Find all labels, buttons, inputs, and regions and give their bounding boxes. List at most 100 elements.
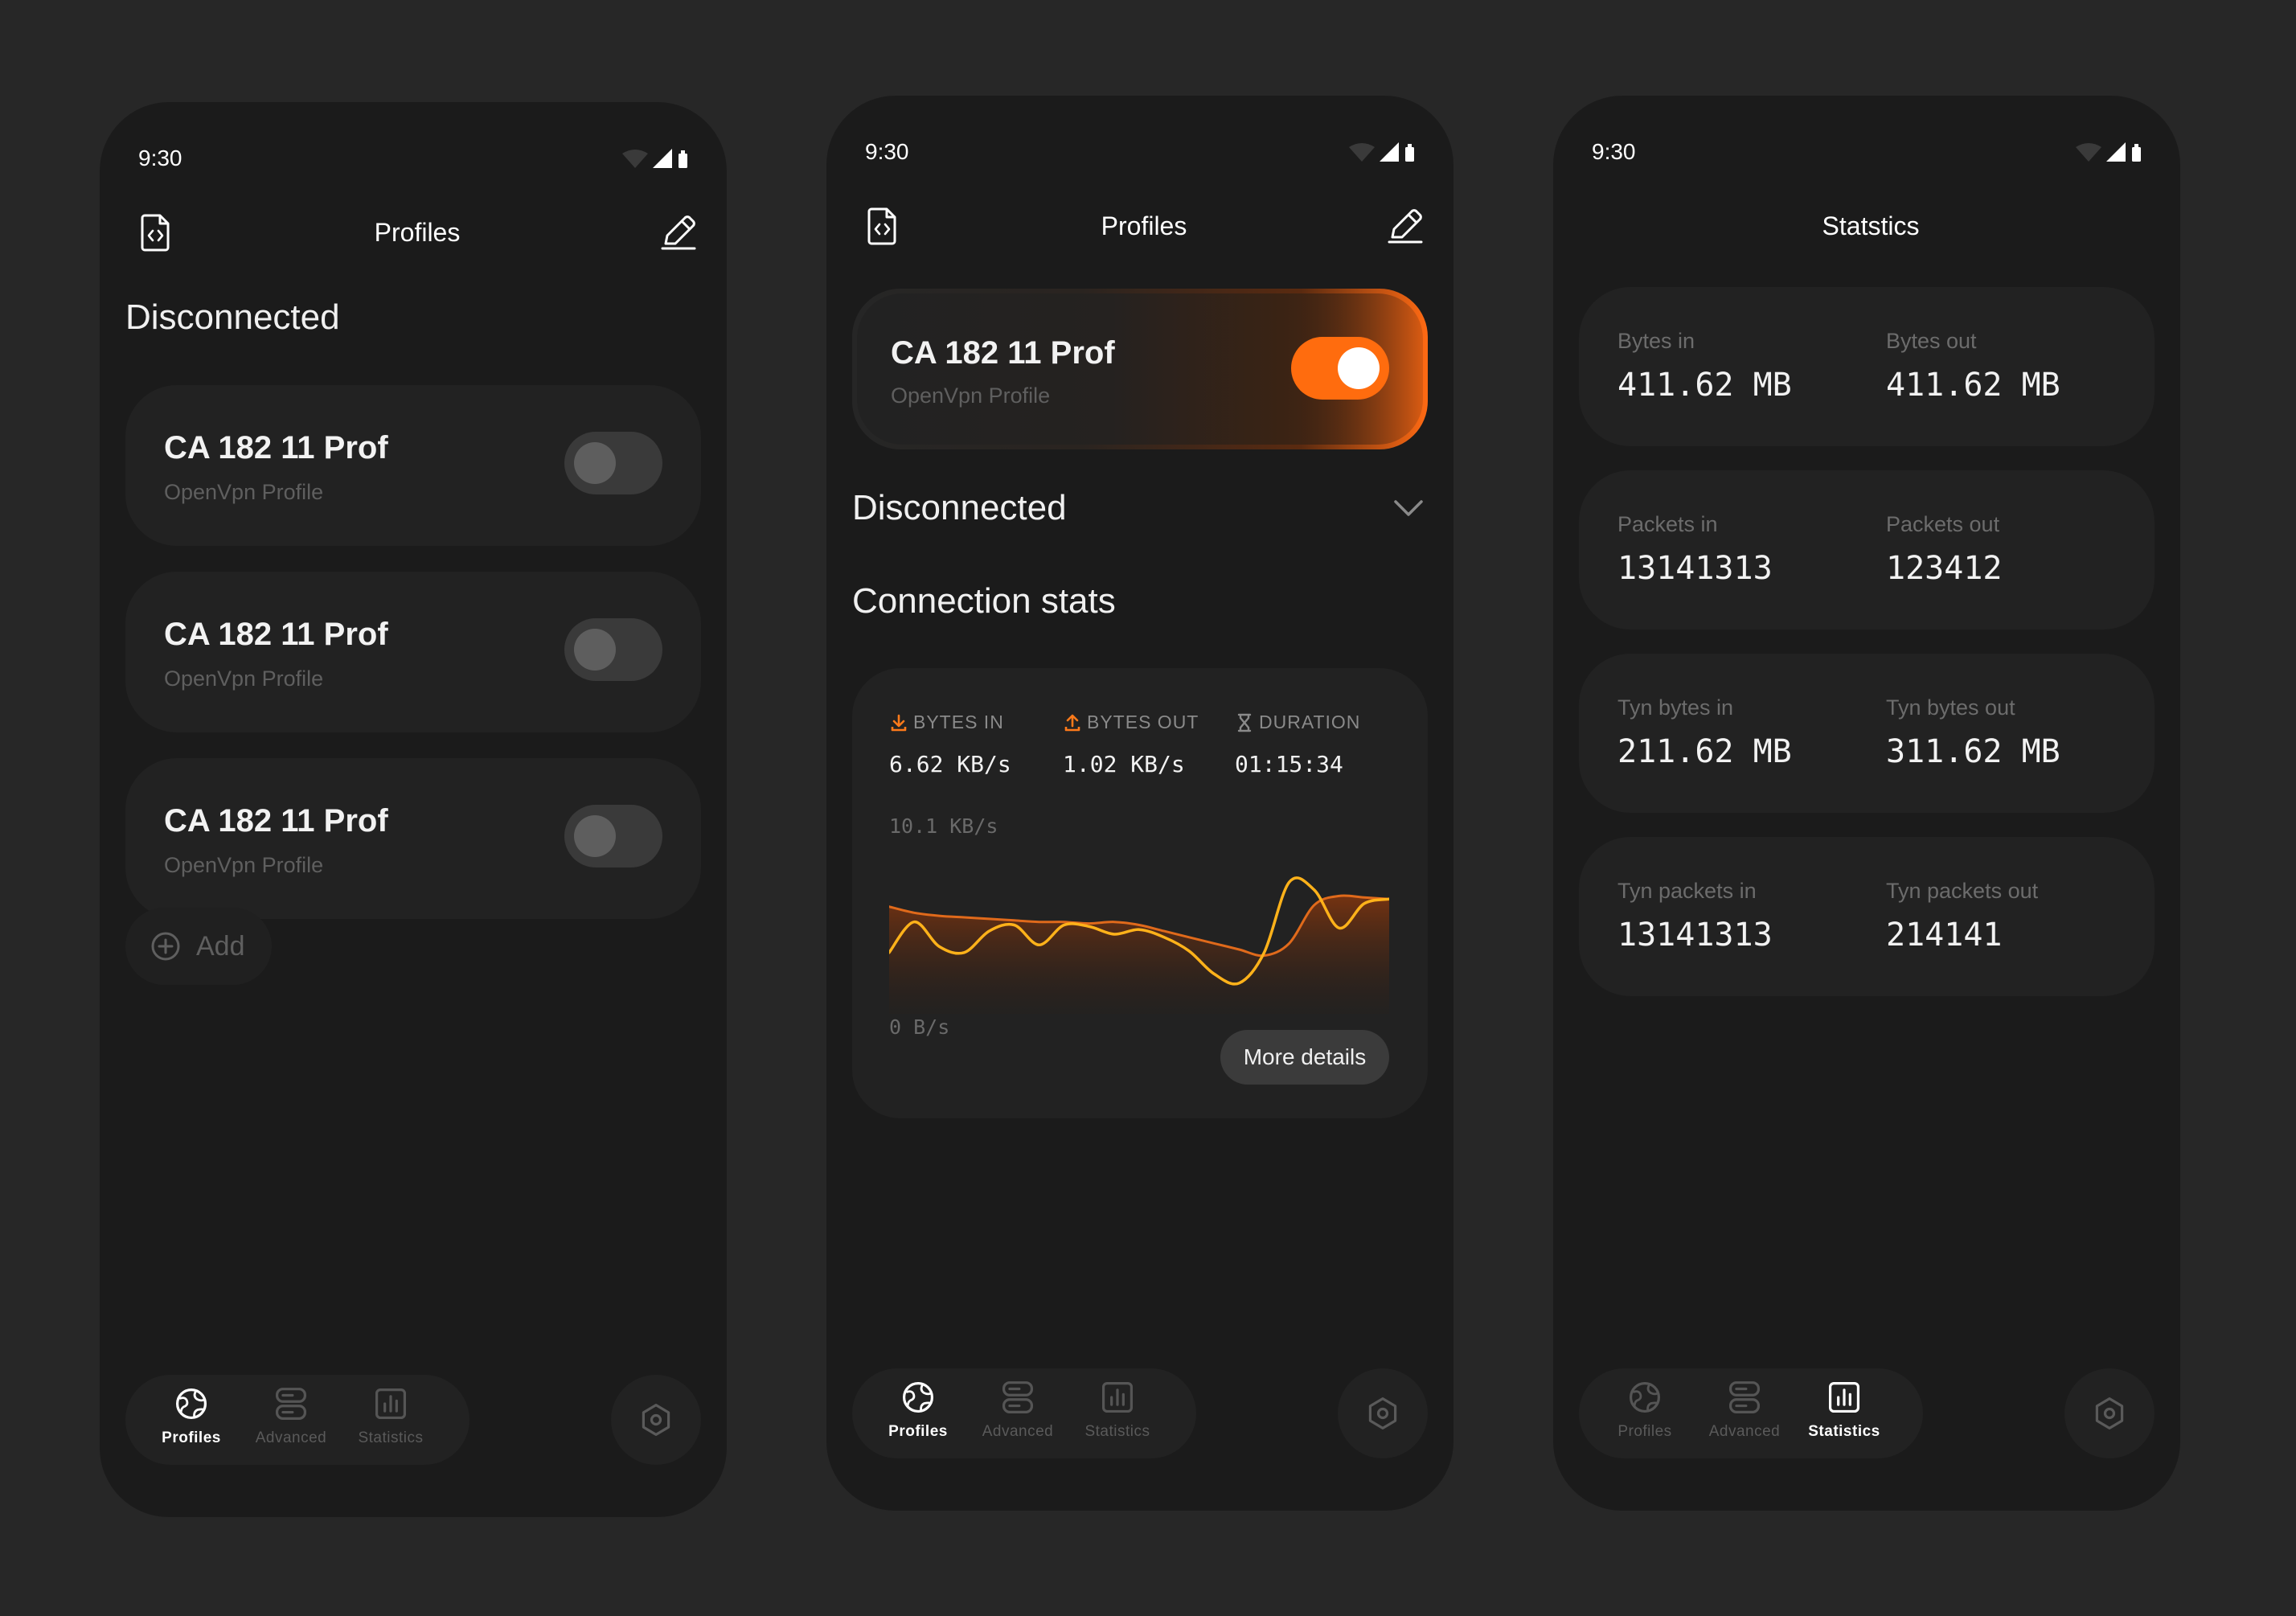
profile-toggle[interactable] [1291, 337, 1389, 400]
profile-toggle[interactable] [564, 432, 662, 494]
wifi-signal-battery-icon [1347, 141, 1415, 163]
status-icons [2074, 141, 2142, 163]
wifi-signal-battery-icon [2074, 141, 2142, 163]
edit-pen-icon[interactable] [1381, 202, 1429, 250]
metric-bytes-out: BYTES OUT 1.02 KB/s [1063, 712, 1199, 777]
profile-type: OpenVpn Profile [891, 383, 1051, 408]
profile-name: CA 182 11 Prof [164, 617, 388, 652]
metric-bytes-in: BYTES IN 6.62 KB/s [889, 712, 1011, 777]
bottom-nav: Profiles Advanced Statistics [125, 1375, 469, 1465]
connection-state-label: Disconnected [125, 297, 340, 337]
profile-name: CA 182 11 Prof [891, 335, 1115, 371]
globe-icon [1627, 1380, 1663, 1415]
add-label: Add [196, 930, 245, 962]
file-code-icon[interactable] [132, 208, 180, 256]
stat-label: Tyn packets out [1886, 879, 2039, 903]
chart-y-min-label: 0 B/s [889, 1015, 950, 1039]
toggle-knob [1338, 347, 1380, 389]
chart-area-fill [889, 895, 1389, 1014]
profile-toggle[interactable] [564, 618, 662, 681]
page-title: Profiles [374, 217, 461, 247]
profile-type: OpenVpn Profile [164, 480, 324, 504]
profile-card[interactable]: CA 182 11 Prof OpenVpn Profile [125, 572, 701, 732]
page-title: Statstics [1822, 211, 1920, 240]
settings-hexagon-icon [1365, 1396, 1400, 1431]
toggle-knob [574, 629, 616, 671]
nav-label: Profiles [162, 1429, 221, 1446]
metric-label: BYTES OUT [1087, 712, 1199, 732]
bottom-nav: Profiles Advanced Statistics [1579, 1368, 1923, 1458]
nav-item-statistics[interactable]: Statistics [1794, 1368, 1894, 1458]
globe-icon [174, 1386, 209, 1421]
stat-label: Tyn bytes in [1617, 695, 1734, 720]
metric-value: 01:15:34 [1235, 751, 1343, 777]
stat-card-packets: Packets in 13141313 Packets out 123412 [1579, 470, 2155, 630]
stat-value: 311.62 MB [1886, 733, 2060, 770]
nav-label: Statistics [1808, 1423, 1880, 1440]
stat-value: 13141313 [1617, 550, 1773, 587]
profile-name: CA 182 11 Prof [164, 803, 388, 839]
nav-item-statistics[interactable]: Statistics [1068, 1368, 1167, 1458]
metric-label: BYTES IN [913, 712, 1004, 732]
status-icons [621, 147, 688, 170]
connection-state-label: Disconnected [852, 488, 1067, 527]
nav-item-profiles[interactable]: Profiles [141, 1375, 241, 1465]
add-profile-button[interactable]: Add [125, 908, 272, 985]
page-title: Profiles [1101, 211, 1187, 240]
profile-name: CA 182 11 Prof [164, 430, 388, 466]
connection-stats-title: Connection stats [852, 581, 1116, 621]
status-icons [1347, 141, 1415, 163]
bar-chart-icon [373, 1386, 408, 1421]
status-time: 9:30 [138, 146, 182, 170]
nav-item-advanced[interactable]: Advanced [241, 1375, 341, 1465]
traffic-line-chart [889, 876, 1389, 1014]
nav-item-statistics[interactable]: Statistics [341, 1375, 441, 1465]
nav-item-profiles[interactable]: Profiles [1595, 1368, 1695, 1458]
settings-button[interactable] [1338, 1368, 1428, 1458]
stat-label: Bytes in [1617, 329, 1695, 353]
hourglass-icon [1235, 713, 1254, 732]
nav-item-advanced[interactable]: Advanced [968, 1368, 1068, 1458]
upload-icon [1063, 713, 1082, 732]
bar-chart-icon [1100, 1380, 1135, 1415]
phone-screen-profiles-list: 9:30 Profiles Disconnected CA 182 11 Pro… [100, 102, 727, 1517]
profile-type: OpenVpn Profile [164, 853, 324, 877]
toggle-knob [574, 815, 616, 857]
settings-hexagon-icon [2092, 1396, 2127, 1431]
metric-value: 1.02 KB/s [1063, 751, 1185, 777]
more-details-button[interactable]: More details [1220, 1030, 1389, 1085]
phone-screen-statistics: 9:30 Statstics Bytes in 411.62 MB Bytes o… [1553, 96, 2180, 1511]
stat-card-tyn-packets: Tyn packets in 13141313 Tyn packets out 21… [1579, 837, 2155, 996]
stat-value: 13141313 [1617, 917, 1773, 954]
stat-label: Bytes out [1886, 329, 1977, 353]
settings-hexagon-icon [638, 1402, 674, 1438]
nav-item-profiles[interactable]: Profiles [868, 1368, 968, 1458]
profile-card[interactable]: CA 182 11 Prof OpenVpn Profile [125, 385, 701, 546]
settings-button[interactable] [2064, 1368, 2155, 1458]
settings-button[interactable] [611, 1375, 701, 1465]
edit-pen-icon[interactable] [654, 208, 703, 256]
stat-value: 411.62 MB [1886, 367, 2060, 404]
stat-label: Tyn packets in [1617, 879, 1757, 903]
toggle-knob [574, 442, 616, 484]
wifi-signal-battery-icon [621, 147, 688, 170]
download-icon [889, 713, 908, 732]
nav-label: Statistics [1084, 1423, 1150, 1440]
stat-card-bytes: Bytes in 411.62 MB Bytes out 411.62 MB [1579, 287, 2155, 446]
nav-label: Advanced [255, 1429, 327, 1446]
chevron-down-icon[interactable] [1392, 498, 1425, 518]
connection-state-row[interactable]: Disconnected [852, 480, 1425, 536]
nav-label: Profiles [888, 1423, 948, 1440]
status-bar: 9:30 [865, 134, 1415, 170]
file-code-icon[interactable] [859, 202, 907, 250]
profile-toggle[interactable] [564, 805, 662, 867]
connection-stats-card: BYTES IN 6.62 KB/s BYTES OUT 1.02 KB/s D… [852, 668, 1428, 1118]
app-header: Profiles [859, 192, 1429, 260]
status-time: 9:30 [1592, 139, 1636, 164]
metric-value: 6.62 KB/s [889, 751, 1011, 777]
nav-item-advanced[interactable]: Advanced [1695, 1368, 1794, 1458]
metric-duration: DURATION 01:15:34 [1235, 712, 1360, 777]
profile-card[interactable]: CA 182 11 Prof OpenVpn Profile [125, 758, 701, 919]
stat-label: Packets in [1617, 512, 1718, 536]
active-profile-card[interactable]: CA 182 11 Prof OpenVpn Profile [852, 289, 1428, 449]
